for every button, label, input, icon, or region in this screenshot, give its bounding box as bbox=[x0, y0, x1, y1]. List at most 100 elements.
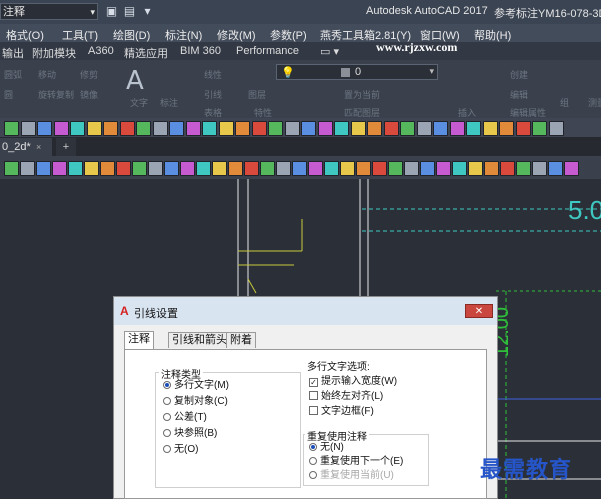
toolbar-tool-icon[interactable] bbox=[449, 121, 465, 136]
radio-reuse-none[interactable]: 无(N) bbox=[309, 442, 344, 454]
toolbar-tool-icon[interactable] bbox=[100, 161, 115, 176]
layer-dropdown[interactable]: 💡 0 ▾ bbox=[276, 64, 438, 80]
save-icon[interactable]: ▣ bbox=[104, 4, 119, 19]
radio-tolerance[interactable]: 公差(T) bbox=[163, 412, 207, 424]
ribbon-dimension[interactable]: 标注 bbox=[160, 96, 178, 109]
toolbar-tool-icon[interactable] bbox=[548, 161, 563, 176]
toolbar-tool-icon[interactable] bbox=[383, 121, 399, 136]
toolbar-tool-icon[interactable] bbox=[52, 161, 67, 176]
toolbar-tool-icon[interactable] bbox=[119, 121, 135, 136]
toolbar-tool-icon[interactable] bbox=[548, 121, 564, 136]
toolbar-tool-icon[interactable] bbox=[317, 121, 333, 136]
checkbox-frame-text[interactable]: 文字边框(F) bbox=[309, 406, 374, 418]
toolbar-tool-icon[interactable] bbox=[404, 161, 419, 176]
toolbar-tool-icon[interactable] bbox=[276, 161, 291, 176]
radio-mtext[interactable]: 多行文字(M) bbox=[163, 380, 229, 392]
toolbar-tool-icon[interactable] bbox=[260, 161, 275, 176]
toolbar-tool-icon[interactable] bbox=[164, 161, 179, 176]
ribbon-move[interactable]: 移动 bbox=[38, 68, 56, 81]
toolbar-tool-icon[interactable] bbox=[228, 161, 243, 176]
close-icon[interactable]: × bbox=[36, 138, 41, 156]
tab-addins[interactable]: 附加模块 bbox=[32, 45, 76, 61]
toolbar-tool-icon[interactable] bbox=[20, 121, 36, 136]
tab-output[interactable]: 输出 bbox=[2, 45, 24, 61]
menu-modify[interactable]: 修改(M) bbox=[217, 27, 256, 43]
ribbon-rotate[interactable]: 旋转 bbox=[38, 88, 56, 101]
toolbar-tool-icon[interactable] bbox=[356, 161, 371, 176]
annotation-style-combo[interactable]: 注释 ▾ bbox=[0, 3, 98, 20]
tab-performance[interactable]: Performance bbox=[236, 45, 299, 57]
new-tab-button[interactable]: + bbox=[56, 138, 76, 156]
toolbar-tool-icon[interactable] bbox=[400, 121, 415, 136]
ribbon-set-current[interactable]: 置为当前 bbox=[344, 88, 380, 101]
toolbar-tool-icon[interactable] bbox=[372, 161, 387, 176]
menu-format[interactable]: 格式(O) bbox=[6, 27, 44, 43]
toolbar-tool-icon[interactable] bbox=[515, 121, 531, 136]
toolbar-tool-icon[interactable] bbox=[202, 121, 217, 136]
toolbar-tool-icon[interactable] bbox=[532, 161, 547, 176]
toolbar-tool-icon[interactable] bbox=[436, 161, 451, 176]
toolbar-tool-icon[interactable] bbox=[4, 161, 19, 176]
tab-featured-apps[interactable]: 精选应用 bbox=[124, 45, 168, 61]
toolbar-tool-icon[interactable] bbox=[532, 121, 547, 136]
toolbar-tool-icon[interactable] bbox=[468, 161, 483, 176]
toolbar-tool-icon[interactable] bbox=[564, 161, 579, 176]
toolbar-tool-icon[interactable] bbox=[148, 161, 163, 176]
toolbar-tool-icon[interactable] bbox=[284, 121, 300, 136]
toolbar-tool-icon[interactable] bbox=[482, 121, 498, 136]
plot-icon[interactable]: ▤ bbox=[122, 4, 137, 19]
toolbar-tool-icon[interactable] bbox=[20, 161, 35, 176]
ribbon-copy[interactable]: 复制 bbox=[56, 88, 74, 101]
toolbar-tool-icon[interactable] bbox=[235, 121, 250, 136]
radio-reuse-next[interactable]: 重复使用下一个(E) bbox=[309, 456, 403, 468]
tab-attachment[interactable]: 附着 bbox=[226, 332, 256, 348]
toolbar-tool-icon[interactable] bbox=[185, 121, 201, 136]
toolbar-tool-icon[interactable] bbox=[36, 161, 51, 176]
toolbar-tool-icon[interactable] bbox=[70, 121, 85, 136]
dialog-title-bar[interactable]: A 引线设置 ✕ bbox=[114, 297, 497, 325]
toolbar-tool-icon[interactable] bbox=[37, 121, 52, 136]
quick-access-dropdown-icon[interactable]: ▾ bbox=[140, 4, 155, 19]
toolbar-tool-icon[interactable] bbox=[152, 121, 168, 136]
toolbar-tool-icon[interactable] bbox=[196, 161, 211, 176]
toolbar-tool-icon[interactable] bbox=[103, 121, 118, 136]
toolbar-tool-icon[interactable] bbox=[180, 161, 195, 176]
ribbon-mirror[interactable]: 镜像 bbox=[80, 88, 98, 101]
ribbon-text[interactable]: 文字 bbox=[130, 96, 148, 109]
toolbar-tool-icon[interactable] bbox=[132, 161, 147, 176]
radio-copy-object[interactable]: 复制对象(C) bbox=[163, 396, 228, 408]
toolbar-tool-icon[interactable] bbox=[212, 161, 227, 176]
toolbar-tool-icon[interactable] bbox=[84, 161, 99, 176]
menu-draw[interactable]: 绘图(D) bbox=[113, 27, 150, 43]
document-tab-active[interactable]: 0_2d* × bbox=[0, 138, 52, 156]
toolbar-tool-icon[interactable] bbox=[301, 121, 316, 136]
toolbar-tool-icon[interactable] bbox=[218, 121, 234, 136]
ribbon-trim[interactable]: 修剪 bbox=[80, 68, 98, 81]
toolbar-tool-icon[interactable] bbox=[433, 121, 448, 136]
toolbar-tool-icon[interactable] bbox=[136, 121, 151, 136]
toolbar-tool-icon[interactable] bbox=[367, 121, 382, 136]
ribbon-group[interactable]: 组 bbox=[560, 96, 569, 109]
toolbar-tool-icon[interactable] bbox=[334, 121, 349, 136]
toolbar-tool-icon[interactable] bbox=[268, 121, 283, 136]
menu-tools[interactable]: 工具(T) bbox=[62, 27, 98, 43]
toolbar-tool-icon[interactable] bbox=[500, 161, 515, 176]
ribbon-circle[interactable]: 圆 bbox=[4, 88, 13, 101]
ribbon-layer[interactable]: 图层 bbox=[248, 88, 266, 101]
radio-none[interactable]: 无(O) bbox=[163, 444, 198, 456]
menu-parametric[interactable]: 参数(P) bbox=[270, 27, 307, 43]
toolbar-tool-icon[interactable] bbox=[116, 161, 131, 176]
tab-bim360[interactable]: BIM 360 bbox=[180, 45, 221, 57]
toolbar-tool-icon[interactable] bbox=[308, 161, 323, 176]
ribbon-arc[interactable]: 圆弧 bbox=[4, 68, 22, 81]
toolbar-tool-icon[interactable] bbox=[516, 161, 531, 176]
toolbar-tool-icon[interactable] bbox=[251, 121, 267, 136]
toolbar-tool-icon[interactable] bbox=[452, 161, 467, 176]
checkbox-always-left-justify[interactable]: 始终左对齐(L) bbox=[309, 391, 383, 403]
toolbar-tool-icon[interactable] bbox=[416, 121, 432, 136]
text-tool-icon[interactable]: A bbox=[126, 66, 144, 96]
toolbar-tool-icon[interactable] bbox=[499, 121, 514, 136]
toolbar-tool-icon[interactable] bbox=[324, 161, 339, 176]
tab-a360[interactable]: A360 bbox=[88, 45, 114, 57]
menu-help[interactable]: 帮助(H) bbox=[474, 27, 511, 43]
